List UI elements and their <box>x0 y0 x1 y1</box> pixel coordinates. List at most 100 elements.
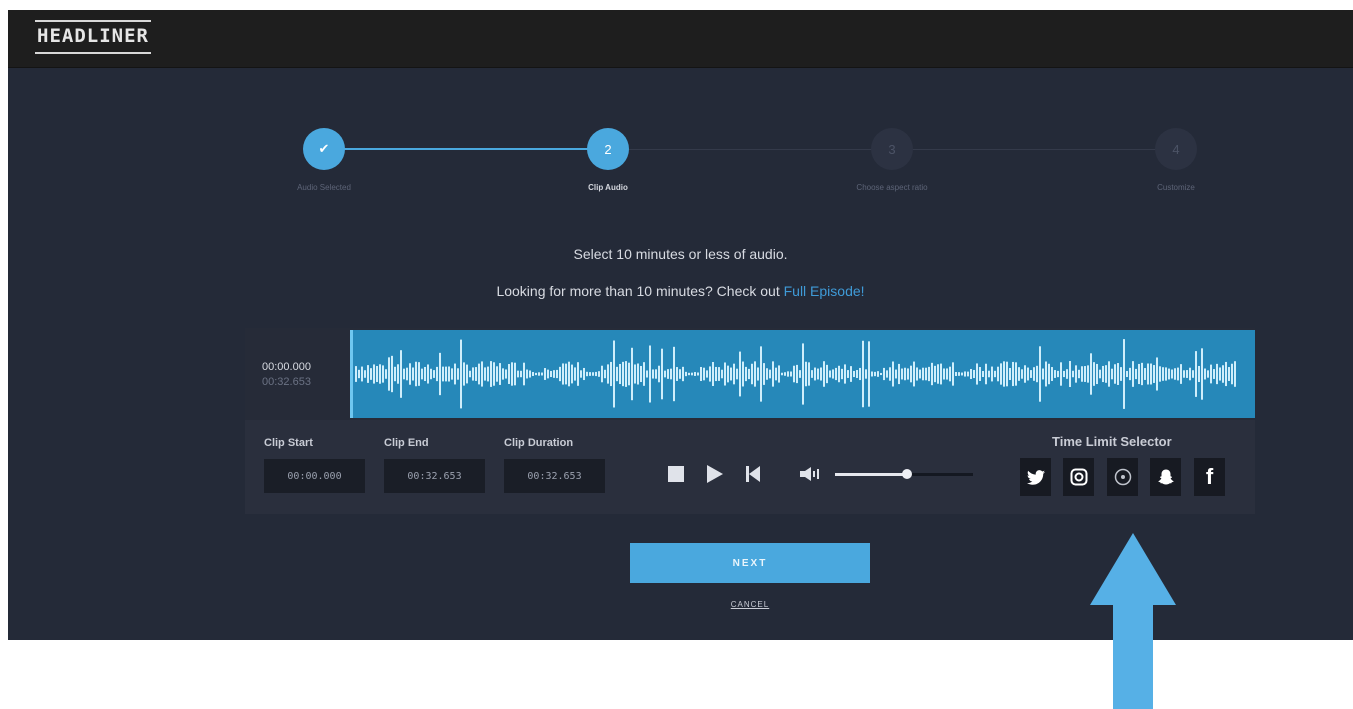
waveform-bar <box>529 370 531 378</box>
waveform-bar <box>1138 363 1140 385</box>
snapchat-icon <box>1157 469 1174 485</box>
waveform-bar <box>769 369 771 379</box>
waveform-bar <box>910 365 912 383</box>
waveform-bar <box>415 361 417 387</box>
headliner-logo[interactable]: HEADLINER <box>35 20 151 54</box>
waveform-bar <box>967 371 969 377</box>
play-icon[interactable] <box>707 465 723 483</box>
step-label-choose-aspect-ratio: Choose aspect ratio <box>856 183 928 192</box>
waveform-bar <box>1072 370 1074 378</box>
clip-duration-input[interactable]: 00:32.653 <box>504 459 605 493</box>
waveform-bar <box>1207 370 1209 378</box>
volume-slider-handle[interactable] <box>901 469 912 479</box>
waveform-bar <box>553 370 555 378</box>
waveform-bar <box>376 366 378 382</box>
waveform-bar <box>961 372 963 376</box>
waveform-bar <box>1144 368 1146 380</box>
waveform-bar <box>625 361 627 387</box>
waveform-bar <box>634 364 636 384</box>
clip-end-input[interactable]: 00:32.653 <box>384 459 485 493</box>
waveform-bar <box>946 368 948 380</box>
waveform-bar <box>1009 367 1011 381</box>
waveform-bar <box>1132 361 1134 387</box>
waveform-bar <box>1219 367 1221 381</box>
volume-icon[interactable] <box>800 467 820 481</box>
waveform-bar <box>1066 369 1068 379</box>
waveform-bar <box>883 367 885 381</box>
waveform-bar <box>928 366 930 382</box>
waveform-bar <box>943 368 945 380</box>
waveform-bar <box>640 365 642 383</box>
waveform-bar <box>820 367 822 381</box>
waveform-bar <box>1036 365 1038 383</box>
waveform-bar <box>1093 362 1095 386</box>
waveform-bar <box>733 363 735 385</box>
full-episode-link[interactable]: Full Episode! <box>784 283 865 299</box>
waveform-bar <box>1210 364 1212 384</box>
waveform-bar <box>739 351 741 397</box>
waveform-bar <box>1159 366 1161 382</box>
waveform-bar <box>1198 365 1200 383</box>
waveform-bar <box>934 365 936 383</box>
waveform-bar <box>526 369 528 379</box>
clip-start-input[interactable]: 00:00.000 <box>264 459 365 493</box>
waveform-bar <box>712 361 714 387</box>
skip-to-start-icon[interactable] <box>746 466 760 482</box>
waveform-bar <box>823 361 825 387</box>
waveform-bar <box>880 372 882 376</box>
waveform-bar <box>919 369 921 379</box>
waveform-bar <box>694 372 696 376</box>
waveform-bar <box>451 368 453 380</box>
waveform-bar <box>655 369 657 379</box>
waveform-bar <box>523 362 525 386</box>
waveform-bar <box>1123 339 1125 409</box>
twitter-button[interactable] <box>1020 458 1051 496</box>
waveform-bar <box>808 362 810 386</box>
waveform-bar <box>505 369 507 379</box>
waveform-bar <box>586 371 588 377</box>
waveform-bar <box>862 340 864 408</box>
waveform-bar <box>799 370 801 378</box>
waveform-bar <box>403 368 405 380</box>
waveform-bar <box>1024 365 1026 383</box>
music-disc-button[interactable] <box>1107 458 1138 496</box>
waveform-bar <box>1180 364 1182 384</box>
waveform-bar <box>535 372 537 376</box>
waveform-bar <box>868 341 870 407</box>
facebook-button[interactable]: f <box>1194 458 1225 496</box>
waveform-bar <box>421 368 423 380</box>
waveform-bar <box>493 362 495 386</box>
waveform-bar <box>841 368 843 380</box>
waveform-bar <box>898 363 900 385</box>
waveform-bar <box>1033 367 1035 381</box>
waveform-bar <box>724 362 726 386</box>
waveform-bar <box>727 365 729 383</box>
waveform-bar <box>916 367 918 381</box>
step-audio-selected[interactable]: ✔ <box>303 128 345 170</box>
instagram-button[interactable] <box>1063 458 1094 496</box>
waveform-bar <box>787 371 789 377</box>
snapchat-button[interactable] <box>1150 458 1181 496</box>
waveform-bar <box>1129 367 1131 381</box>
waveform-area[interactable]: 00:00.000 00:32.653 <box>245 328 1255 420</box>
waveform-bar <box>886 370 888 378</box>
waveform-bar <box>1000 363 1002 385</box>
waveform-selection[interactable] <box>350 330 1255 418</box>
waveform-bar <box>520 370 522 378</box>
waveform-bar <box>1195 351 1197 397</box>
stop-icon[interactable] <box>668 466 684 482</box>
waveform-bar <box>463 362 465 386</box>
waveform-bar <box>895 369 897 379</box>
waveform-bar <box>1222 365 1224 383</box>
waveform-bar <box>646 370 648 378</box>
waveform-bar <box>706 370 708 378</box>
waveform-bar <box>1111 368 1113 380</box>
volume-slider[interactable] <box>835 469 973 479</box>
waveform-bar <box>826 364 828 384</box>
waveform-bar <box>397 364 399 384</box>
next-button[interactable]: NEXT <box>630 543 870 583</box>
waveform-bar <box>484 367 486 381</box>
waveform-bar <box>472 367 474 381</box>
step-clip-audio[interactable]: 2 <box>587 128 629 170</box>
waveform-bar <box>730 367 732 381</box>
